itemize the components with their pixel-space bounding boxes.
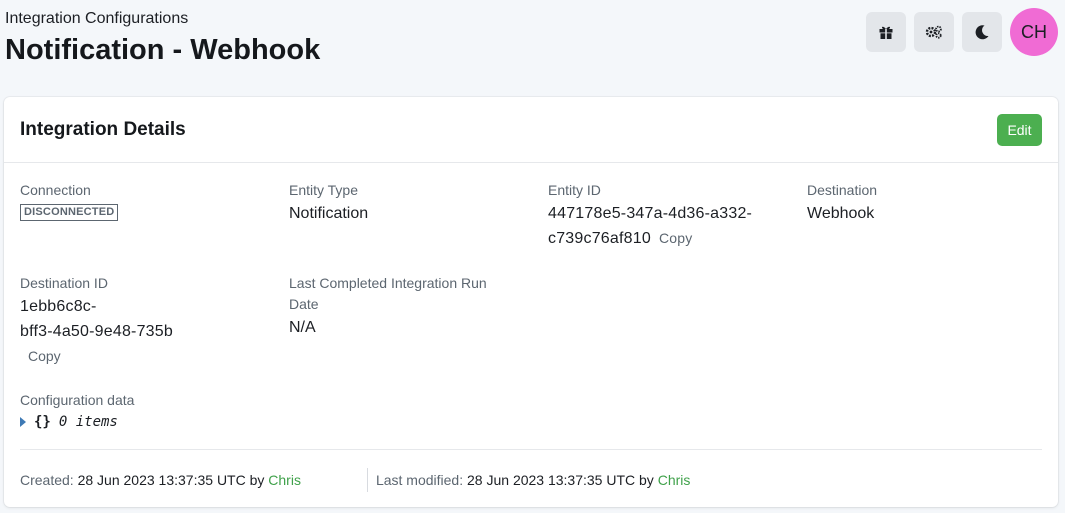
copy-destination-id-row: Copy xyxy=(20,344,173,369)
entity-id-value-line2-row: c739c76af810 Copy xyxy=(548,226,752,251)
edit-button[interactable]: Edit xyxy=(997,113,1042,146)
last-run-label-line2: Date xyxy=(289,296,319,312)
destination-id-value-line2: bff3-4a50-9e48-735b xyxy=(20,323,173,340)
modified-value: 28 Jun 2023 13:37:35 UTC by xyxy=(467,472,654,488)
created-value: 28 Jun 2023 13:37:35 UTC by xyxy=(77,472,265,488)
gears-icon xyxy=(925,25,942,39)
modified-user-link[interactable]: Chris xyxy=(658,472,691,488)
modified-label: Last modified: xyxy=(375,472,464,488)
entity-id-value-line1: 447178e5-347a-4d36-a332- xyxy=(548,205,753,222)
card-header: Integration Details Edit xyxy=(4,97,1058,163)
entity-type-field: Entity Type Notification xyxy=(289,180,368,226)
connection-label: Connection xyxy=(20,182,91,198)
user-avatar[interactable]: CH xyxy=(1010,8,1058,56)
destination-field: Destination Webhook xyxy=(807,180,877,226)
card-footer: Created: 28 Jun 2023 13:37:35 UTC by Chr… xyxy=(20,468,690,492)
footer-separator xyxy=(366,468,368,492)
destination-id-field: Destination ID 1ebb6c8c- bff3-4a50-9e48-… xyxy=(20,273,173,369)
settings-button[interactable] xyxy=(914,12,954,52)
page-title: Notification - Webhook xyxy=(5,34,321,66)
integration-details-card: Integration Details Edit Connection DISC… xyxy=(4,97,1058,507)
copy-destination-id-button[interactable]: Copy xyxy=(28,348,61,364)
destination-label: Destination xyxy=(807,182,878,198)
entity-id-field: Entity ID 447178e5-347a-4d36-a332- c739c… xyxy=(548,180,752,251)
footer-divider xyxy=(20,449,1042,450)
gift-button[interactable] xyxy=(866,12,906,52)
gift-icon xyxy=(879,26,893,39)
entity-id-value-line2: c739c76af810 xyxy=(548,230,651,247)
expand-caret-icon[interactable] xyxy=(20,417,26,427)
connection-field: Connection DISCONNECTED xyxy=(20,180,119,221)
breadcrumb[interactable]: Integration Configurations xyxy=(5,9,320,29)
configuration-data-label: Configuration data xyxy=(20,392,135,408)
created-user-link[interactable]: Chris xyxy=(268,472,301,488)
destination-id-value-line1: 1ebb6c8c- xyxy=(20,298,97,315)
moon-icon xyxy=(975,25,989,40)
entity-type-label: Entity Type xyxy=(289,182,359,198)
entity-id-label: Entity ID xyxy=(548,182,601,198)
configuration-data-field: Configuration data {} 0 items xyxy=(20,390,134,430)
theme-toggle-button[interactable] xyxy=(962,12,1002,52)
copy-entity-id-button[interactable]: Copy xyxy=(659,230,692,246)
last-run-field: Last Completed Integration Run Date N/A xyxy=(289,273,487,340)
json-item-count: 0 items xyxy=(58,414,118,430)
json-braces: {} xyxy=(34,414,51,430)
entity-type-value: Notification xyxy=(289,205,369,222)
page-header: Integration Configurations Notification … xyxy=(5,9,320,69)
last-run-label-line1: Last Completed Integration Run xyxy=(289,275,487,291)
created-label: Created: xyxy=(20,472,74,488)
toolbar: CH xyxy=(866,8,1058,56)
destination-value: Webhook xyxy=(807,205,875,222)
destination-id-label: Destination ID xyxy=(20,275,108,291)
json-viewer: {} 0 items xyxy=(20,414,134,430)
card-title: Integration Details xyxy=(20,118,186,140)
last-run-value: N/A xyxy=(289,319,316,336)
connection-status-badge: DISCONNECTED xyxy=(20,204,119,221)
